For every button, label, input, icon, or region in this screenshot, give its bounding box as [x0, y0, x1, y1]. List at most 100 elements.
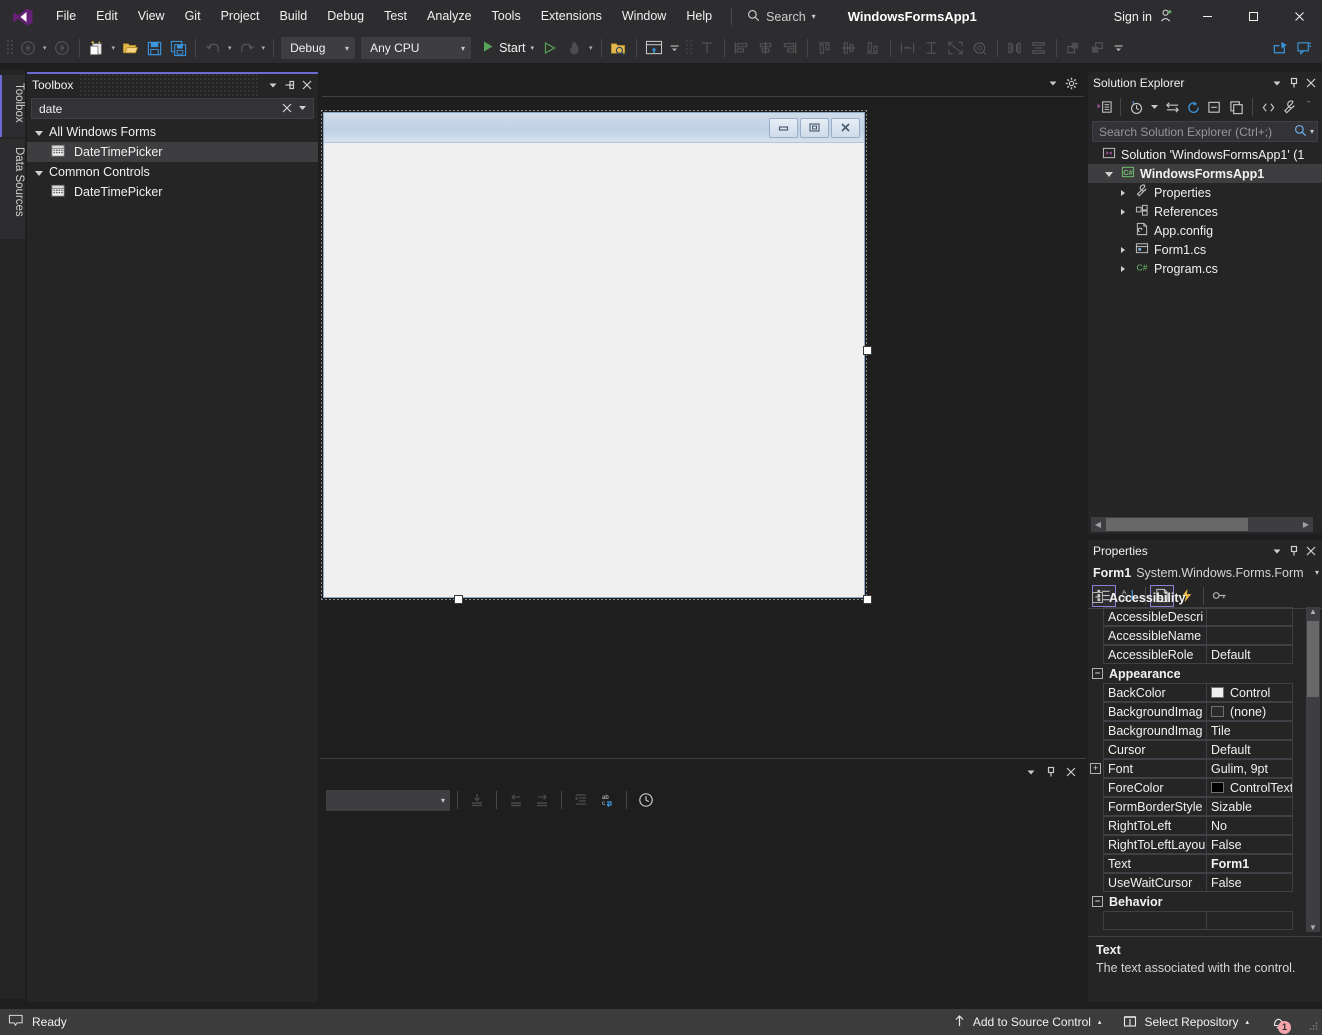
- tree-node-project[interactable]: C# WindowsFormsApp1: [1088, 164, 1322, 183]
- menu-git[interactable]: Git: [175, 0, 211, 33]
- sidebar-item-data-sources[interactable]: Data Sources: [0, 139, 25, 239]
- form-minimize-button[interactable]: [769, 117, 798, 138]
- unpin-icon[interactable]: [281, 76, 298, 94]
- align-centers-icon[interactable]: [754, 36, 778, 60]
- hot-reload-dropdown-icon[interactable]: ▾: [586, 44, 596, 52]
- pending-changes-icon[interactable]: [1126, 96, 1147, 118]
- new-project-dropdown-icon[interactable]: ▾: [109, 44, 119, 52]
- toolbox-search-input[interactable]: date: [31, 98, 314, 119]
- property-row-font[interactable]: + Font Gulim, 9pt: [1088, 759, 1322, 778]
- tree-node-solution[interactable]: Solution 'WindowsFormsApp1' (1: [1088, 145, 1322, 164]
- menu-analyze[interactable]: Analyze: [417, 0, 481, 33]
- menu-test[interactable]: Test: [374, 0, 417, 33]
- search-icon[interactable]: [1294, 124, 1307, 140]
- menu-help[interactable]: Help: [676, 0, 722, 33]
- make-same-height-icon[interactable]: [920, 36, 944, 60]
- collapse-icon[interactable]: −: [1092, 592, 1103, 603]
- resize-handle-bottom-right[interactable]: [863, 595, 872, 604]
- horizontal-spacing-icon[interactable]: [1003, 36, 1027, 60]
- align-lefts-icon[interactable]: [730, 36, 754, 60]
- toolbar-grip[interactable]: [4, 39, 16, 57]
- more-options-icon[interactable]: ”: [1301, 96, 1322, 118]
- property-category-accessibility[interactable]: − Accessibility: [1088, 588, 1322, 607]
- close-button[interactable]: [1276, 0, 1322, 33]
- toolbar-overflow-icon[interactable]: [1110, 42, 1127, 55]
- property-value[interactable]: ControlText: [1206, 778, 1293, 797]
- menu-view[interactable]: View: [128, 0, 175, 33]
- property-value[interactable]: [1206, 626, 1293, 645]
- property-value[interactable]: False: [1206, 873, 1293, 892]
- chevron-down-icon[interactable]: [1268, 74, 1285, 92]
- platform-combo[interactable]: Any CPU ▾: [361, 37, 472, 59]
- start-button[interactable]: Start ▾: [479, 36, 538, 60]
- collapse-icon[interactable]: −: [1092, 896, 1103, 907]
- menu-debug[interactable]: Debug: [317, 0, 374, 33]
- property-category-appearance[interactable]: − Appearance: [1088, 664, 1322, 683]
- form-client-area[interactable]: [324, 143, 864, 597]
- property-row-accessiblerole[interactable]: AccessibleRole Default: [1088, 645, 1322, 664]
- align-bottoms-icon[interactable]: [861, 36, 885, 60]
- properties-object-selector[interactable]: Form1 System.Windows.Forms.Form ▾: [1088, 562, 1322, 583]
- select-repository-button[interactable]: Select Repository ▴: [1112, 1009, 1260, 1035]
- unindent-icon[interactable]: [569, 788, 593, 812]
- scroll-up-arrow-icon[interactable]: ▲: [1306, 607, 1320, 616]
- property-row-cursor[interactable]: Cursor Default: [1088, 740, 1322, 759]
- properties-wrench-icon[interactable]: [1279, 96, 1300, 118]
- property-row-backgroundimage[interactable]: BackgroundImag (none): [1088, 702, 1322, 721]
- navigate-back-dropdown-icon[interactable]: ▾: [40, 44, 50, 52]
- hot-reload-flame-icon[interactable]: [562, 36, 586, 60]
- start-without-debugging-icon[interactable]: [538, 36, 562, 60]
- step-in-right-icon[interactable]: [530, 788, 554, 812]
- clear-icon[interactable]: [278, 102, 296, 116]
- property-row-accessibledescription[interactable]: AccessibleDescri: [1088, 607, 1322, 626]
- expand-icon[interactable]: +: [1088, 759, 1103, 778]
- close-icon[interactable]: [298, 76, 315, 94]
- tree-node-form1-cs[interactable]: Form1.cs: [1088, 240, 1322, 259]
- sign-in-button[interactable]: Sign in: [1104, 8, 1184, 26]
- window-layout-icon[interactable]: [642, 36, 666, 60]
- folder-search-icon[interactable]: [607, 36, 631, 60]
- code-map-icon[interactable]: [1094, 96, 1115, 118]
- form1-designer-preview[interactable]: [323, 112, 865, 598]
- view-code-icon[interactable]: [1258, 96, 1279, 118]
- refresh-icon[interactable]: [1184, 96, 1205, 118]
- property-value[interactable]: Tile: [1206, 721, 1293, 740]
- property-row-righttoleft[interactable]: RightToLeft No: [1088, 816, 1322, 835]
- menu-edit[interactable]: Edit: [86, 0, 128, 33]
- property-value[interactable]: Sizable: [1206, 797, 1293, 816]
- add-to-source-control-button[interactable]: Add to Source Control ▴: [942, 1009, 1113, 1035]
- menu-window[interactable]: Window: [612, 0, 676, 33]
- panel-drag-area[interactable]: [1154, 540, 1262, 562]
- resize-grip-icon[interactable]: [1304, 1009, 1322, 1035]
- chevron-down-icon[interactable]: [296, 103, 309, 114]
- navigate-back-icon[interactable]: [16, 36, 40, 60]
- menu-build[interactable]: Build: [269, 0, 317, 33]
- scroll-left-arrow-icon[interactable]: ◀: [1091, 520, 1105, 529]
- make-same-size-icon[interactable]: [944, 36, 968, 60]
- property-row-formborderstyle[interactable]: FormBorderStyle Sizable: [1088, 797, 1322, 816]
- feedback-icon[interactable]: [1292, 36, 1316, 60]
- pending-changes-dropdown-icon[interactable]: [1147, 102, 1162, 113]
- chevron-down-icon[interactable]: [264, 76, 281, 94]
- configuration-combo[interactable]: Debug ▾: [281, 37, 356, 59]
- share-icon[interactable]: [1268, 36, 1292, 60]
- form-maximize-button[interactable]: [800, 117, 829, 138]
- property-value[interactable]: (none): [1206, 702, 1293, 721]
- property-row-righttoleftlayout[interactable]: RightToLeftLayou False: [1088, 835, 1322, 854]
- tab-order-icon[interactable]: [695, 36, 719, 60]
- chevron-collapsed-icon[interactable]: [1116, 189, 1130, 196]
- designer-surface[interactable]: [320, 98, 1086, 758]
- undo-dropdown-icon[interactable]: ▾: [225, 44, 235, 52]
- panel-drag-dots[interactable]: [79, 74, 258, 96]
- align-middles-icon[interactable]: [837, 36, 861, 60]
- undo-icon[interactable]: [201, 36, 225, 60]
- property-value[interactable]: Control: [1206, 683, 1293, 702]
- pin-icon[interactable]: [1285, 542, 1302, 560]
- toolbox-group-common-controls[interactable]: Common Controls: [27, 162, 318, 182]
- close-icon[interactable]: [1062, 763, 1080, 781]
- form-close-button[interactable]: [831, 117, 860, 138]
- property-row-partial[interactable]: [1088, 911, 1322, 930]
- property-row-accessiblename[interactable]: AccessibleName: [1088, 626, 1322, 645]
- collapse-all-icon[interactable]: [1205, 96, 1226, 118]
- redo-dropdown-icon[interactable]: ▾: [259, 44, 269, 52]
